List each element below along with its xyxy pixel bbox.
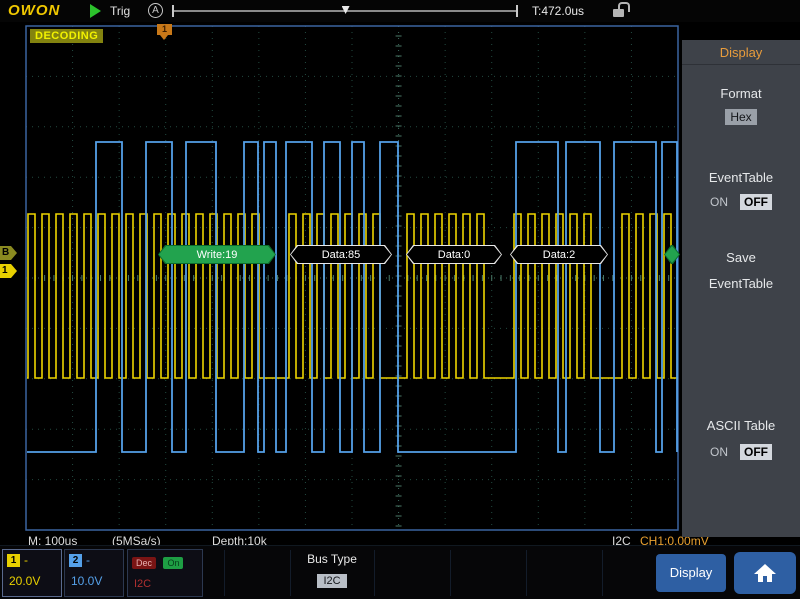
menu-ascii-table-label: ASCII Table [682, 418, 800, 433]
home-icon [753, 562, 777, 584]
ascii-on-option[interactable]: ON [710, 445, 728, 459]
divider [290, 550, 291, 596]
brand-logo: OWON [8, 2, 60, 19]
decode-bubble-label: Write:19 [159, 246, 275, 263]
decode-bubble-label: Data:85 [291, 246, 391, 263]
decode-bubble-label: Data:0 [407, 246, 501, 263]
decode-bubble: Data:0 [406, 245, 502, 264]
channel-1-badge: 1 [7, 554, 20, 567]
decode-badge: Dec [132, 557, 156, 569]
eventtable-on-option[interactable]: ON [710, 195, 728, 209]
waveform-display: DECODING 1 B 1 Write:19Data:85Data:0Data… [0, 22, 682, 545]
bus-type-label: Bus Type [292, 552, 372, 566]
auto-trigger-icon: A [148, 3, 163, 18]
ascii-table-onoff-toggle[interactable]: ON OFF [682, 444, 800, 460]
divider [374, 550, 375, 596]
bus-type-softkey[interactable]: Bus Type I2C [292, 552, 372, 589]
display-button[interactable]: Display [656, 554, 726, 592]
horizontal-position-slider[interactable] [172, 5, 518, 17]
trigger-time-readout: T:472.0us [532, 4, 584, 18]
menu-save-eventtable-button-line2[interactable]: EventTable [682, 276, 800, 291]
menu-format-value[interactable]: Hex [682, 108, 800, 126]
trigger-status-label: Trig [110, 4, 130, 18]
channel-1-coupling-icon: - [24, 553, 28, 567]
decoding-badge: DECODING [30, 29, 103, 43]
menu-eventtable-label: EventTable [682, 170, 800, 185]
channel-2-scale: 10.0V [71, 574, 119, 588]
oscilloscope-ui: OWON Trig A T:472.0us DECODING 1 B 1 Wri… [0, 0, 800, 599]
menu-save-eventtable-button[interactable]: Save [682, 250, 800, 265]
divider [602, 550, 603, 596]
eventtable-onoff-toggle[interactable]: ON OFF [682, 194, 800, 210]
trigger-position-marker[interactable]: 1 [157, 24, 172, 35]
decode-bubble: Data:85 [290, 245, 392, 264]
top-bar: OWON Trig A T:472.0us [0, 0, 800, 22]
lock-icon[interactable] [612, 2, 628, 18]
decode-bubble: Write:19 [158, 245, 276, 264]
channel-1-box[interactable]: 1 - 20.0V [2, 549, 62, 597]
divider [224, 550, 225, 596]
format-hex-value[interactable]: Hex [725, 109, 756, 125]
channel-2-badge: 2 [69, 554, 82, 567]
channel-2-coupling-icon: - [86, 553, 90, 567]
bottom-bar: 1 - 20.0V 2 - 10.0V Dec On I2C Bus Type … [0, 545, 800, 599]
decode-status-box[interactable]: Dec On I2C [127, 549, 203, 597]
waveform-canvas [0, 22, 682, 545]
divider [450, 550, 451, 596]
run-state-play-icon [90, 4, 101, 18]
channel-2-box[interactable]: 2 - 10.0V [64, 549, 124, 597]
side-menu-display: Display Format Hex EventTable ON OFF Sav… [682, 40, 800, 537]
menu-title: Display [682, 45, 800, 65]
home-button[interactable] [734, 552, 796, 594]
eventtable-off-option[interactable]: OFF [740, 194, 772, 210]
divider [526, 550, 527, 596]
ascii-off-option[interactable]: OFF [740, 444, 772, 460]
decode-bubble: Data:2 [510, 245, 608, 264]
decode-on-badge: On [163, 557, 183, 569]
menu-format-label: Format [682, 86, 800, 101]
decode-bus-label: I2C [134, 578, 198, 590]
decode-bubble-label: Data:2 [511, 246, 607, 263]
bus-type-value[interactable]: I2C [317, 574, 346, 588]
channel-1-scale: 20.0V [9, 574, 57, 588]
